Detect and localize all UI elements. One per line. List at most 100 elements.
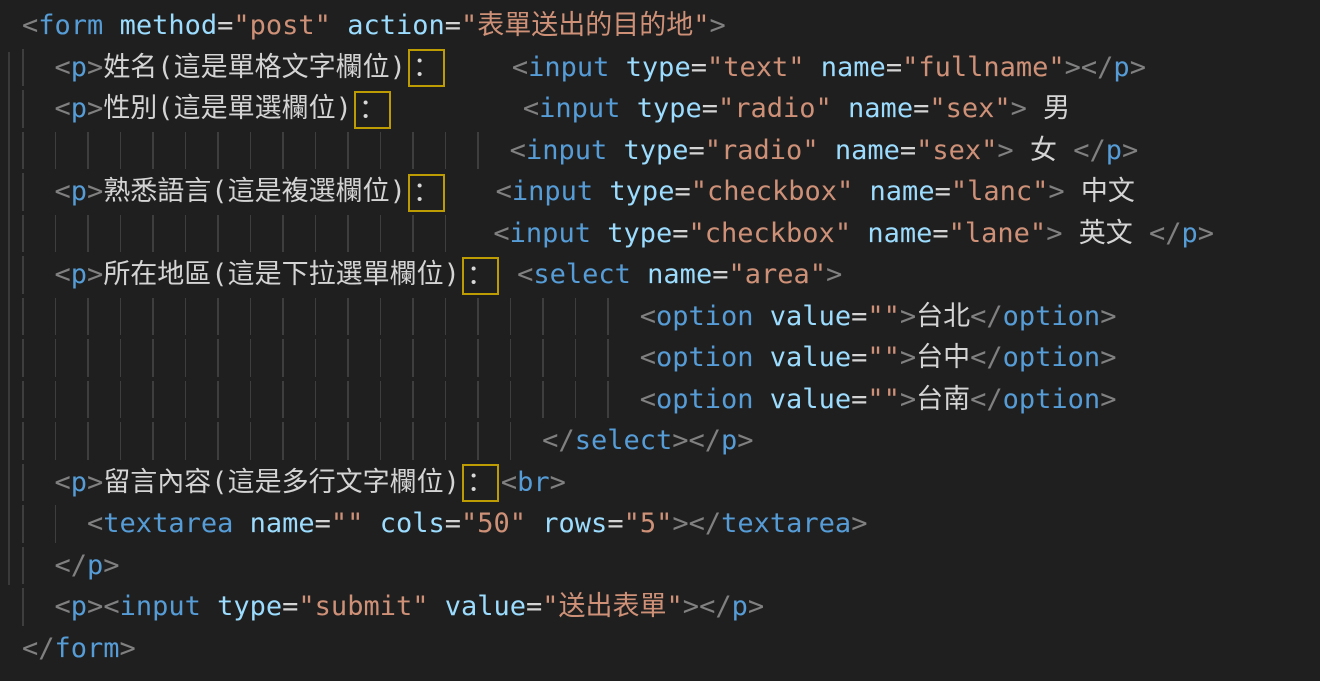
indent-guide	[22, 298, 24, 336]
code-line[interactable]: <option value="">台南</option>	[0, 379, 1320, 421]
syntax-punctuation: </	[689, 508, 722, 539]
code-line[interactable]: <p>熟悉語言(這是複選欄位)： <input type="checkbox" …	[0, 171, 1320, 213]
code-line[interactable]: </p>	[0, 545, 1320, 587]
indent-guide	[380, 215, 382, 253]
syntax-punctuation: >	[1100, 342, 1116, 373]
syntax-punctuation: <	[512, 52, 528, 83]
indent-guide	[120, 381, 122, 419]
syntax-text: 英文	[1062, 218, 1149, 249]
code-line[interactable]: </select></p>	[0, 420, 1320, 462]
code-line[interactable]: <input type="radio" name="sex"> 女 </p>	[0, 130, 1320, 172]
code-editor[interactable]: <form method="post" action="表單送出的目的地"> <…	[0, 0, 1320, 681]
syntax-punctuation: >	[737, 425, 753, 456]
code-line[interactable]: <p>性別(這是單選欄位)： <input type="radio" name=…	[0, 88, 1320, 130]
syntax-text	[201, 591, 217, 622]
syntax-text	[620, 93, 636, 124]
indent-guide	[575, 381, 577, 419]
syntax-attribute: value	[445, 591, 526, 622]
syntax-punctuation: >	[1065, 52, 1081, 83]
indent-guide	[510, 339, 512, 377]
syntax-punctuation: >	[672, 508, 688, 539]
indent-guide	[445, 422, 447, 460]
indent-guide	[22, 547, 24, 585]
syntax-attribute: value	[770, 342, 851, 373]
indent-guide	[22, 422, 24, 460]
indent-guide	[120, 339, 122, 377]
syntax-text	[428, 591, 444, 622]
syntax-punctuation: <	[55, 259, 71, 290]
syntax-string: "sex"	[916, 135, 997, 166]
code-line[interactable]: <p><input type="submit" value="送出表單"></p…	[0, 586, 1320, 628]
indent-guide	[445, 339, 447, 377]
indent-guide	[315, 422, 317, 460]
indent-guide	[22, 588, 24, 626]
indent-guide	[185, 339, 187, 377]
syntax-punctuation: <	[55, 93, 71, 124]
syntax-string: "post"	[233, 10, 331, 41]
syntax-string: ""	[331, 508, 364, 539]
code-line[interactable]: <textarea name="" cols="50" rows="5"></t…	[0, 503, 1320, 545]
syntax-punctuation: </	[970, 384, 1003, 415]
syntax-tag: input	[510, 218, 591, 249]
syntax-text: =	[445, 508, 461, 539]
syntax-attribute: method	[120, 10, 218, 41]
syntax-punctuation: >	[1100, 301, 1116, 332]
syntax-text	[22, 259, 55, 290]
code-line[interactable]: <option value="">台中</option>	[0, 337, 1320, 379]
indent-guide	[380, 132, 382, 170]
syntax-string: "checkbox"	[691, 176, 854, 207]
syntax-punctuation: <	[493, 218, 509, 249]
code-line[interactable]: <p>所在地區(這是下拉選單欄位)： <select name="area">	[0, 254, 1320, 296]
syntax-punctuation: </	[970, 301, 1003, 332]
syntax-text	[832, 93, 848, 124]
indent-guide	[217, 422, 219, 460]
syntax-attribute: name	[835, 135, 900, 166]
indent-guide	[87, 339, 89, 377]
syntax-text	[609, 52, 625, 83]
code-line[interactable]: <form method="post" action="表單送出的目的地">	[0, 5, 1320, 47]
syntax-text	[591, 218, 607, 249]
syntax-text	[447, 52, 512, 83]
syntax-punctuation: <	[640, 342, 656, 373]
syntax-tag: p	[71, 93, 87, 124]
indent-guide	[152, 132, 154, 170]
code-line[interactable]: <p>留言內容(這是多行文字欄位)：<br>	[0, 462, 1320, 504]
code-line[interactable]: </form>	[0, 628, 1320, 670]
code-line[interactable]: <option value="">台北</option>	[0, 296, 1320, 338]
indent-guide	[120, 215, 122, 253]
syntax-punctuation: >	[87, 591, 103, 622]
indent-guide	[315, 298, 317, 336]
syntax-string: "area"	[728, 259, 826, 290]
indent-guide	[55, 215, 57, 253]
syntax-text: 留言內容(這是多行文字欄位)	[103, 467, 460, 498]
syntax-punctuation: >	[826, 259, 842, 290]
code-line[interactable]: <p>姓名(這是單格文字欄位)： <input type="text" name…	[0, 47, 1320, 89]
syntax-string: ""	[867, 301, 900, 332]
syntax-text	[22, 342, 640, 373]
syntax-tag: p	[71, 176, 87, 207]
syntax-punctuation: </	[55, 550, 88, 581]
syntax-punctuation: <	[496, 176, 512, 207]
indent-guide	[217, 215, 219, 253]
indent-guide	[250, 422, 252, 460]
indent-guide	[87, 298, 89, 336]
indent-guide	[87, 381, 89, 419]
indent-guide	[55, 505, 57, 543]
indent-guide	[445, 298, 447, 336]
syntax-text	[526, 508, 542, 539]
syntax-tag: textarea	[103, 508, 233, 539]
syntax-text	[22, 384, 640, 415]
syntax-attribute: type	[217, 591, 282, 622]
syntax-text: =	[689, 135, 705, 166]
syntax-attribute: action	[347, 10, 445, 41]
indent-guide	[315, 215, 317, 253]
syntax-string: "checkbox"	[689, 218, 852, 249]
indent-guide	[380, 422, 382, 460]
code-line[interactable]: <input type="checkbox" name="lane"> 英文 <…	[0, 213, 1320, 255]
syntax-attribute: type	[626, 52, 691, 83]
syntax-attribute: cols	[380, 508, 445, 539]
syntax-punctuation: <	[501, 467, 517, 498]
syntax-text	[447, 176, 496, 207]
syntax-punctuation: <	[55, 176, 71, 207]
indent-guide	[217, 132, 219, 170]
